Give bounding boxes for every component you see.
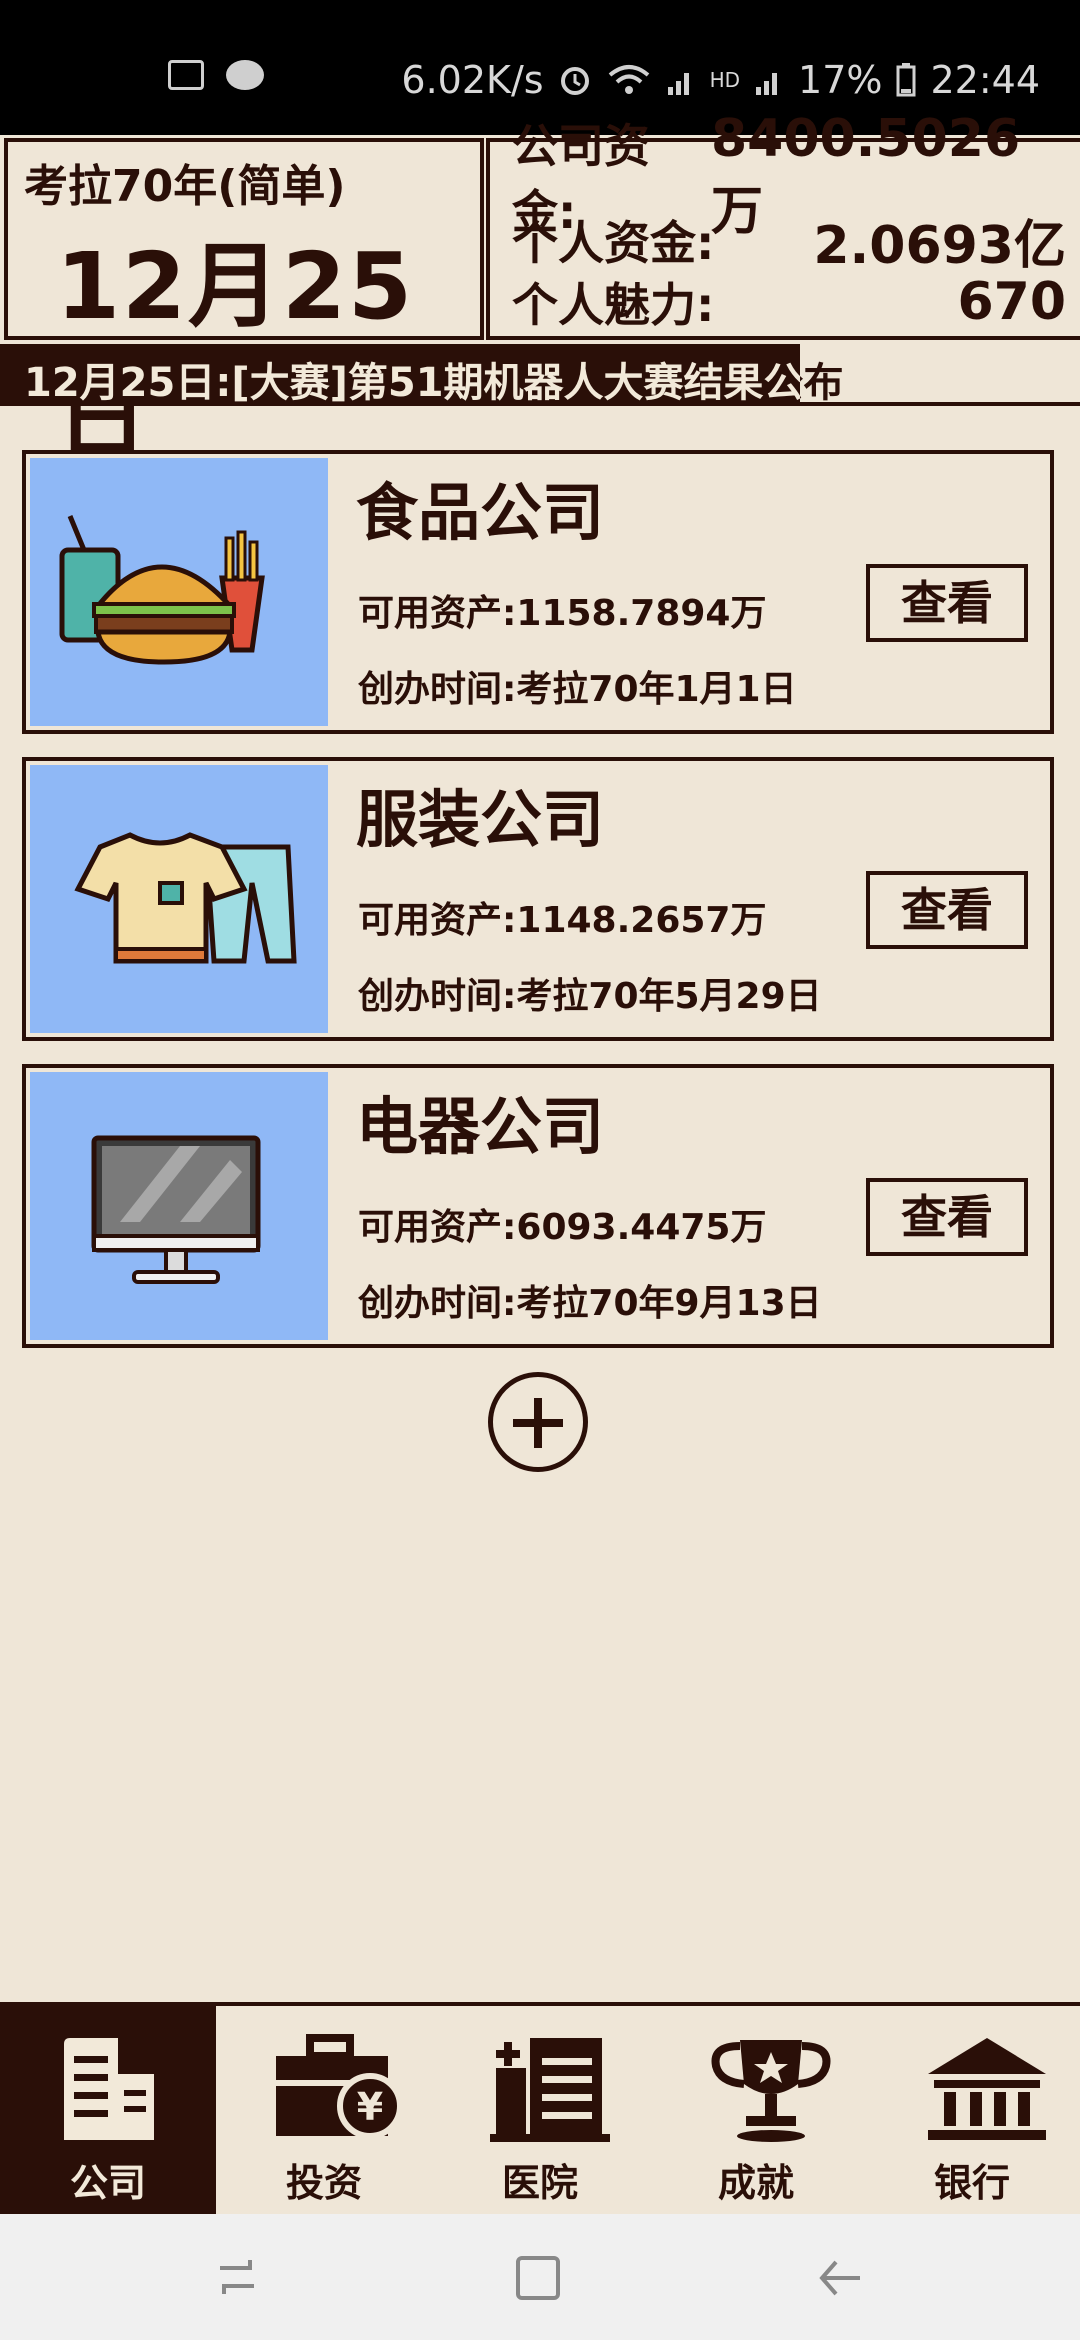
monitor-icon bbox=[30, 1072, 328, 1340]
company-assets: 可用资产:1148.2657万 bbox=[358, 900, 767, 941]
nav-item-hospital[interactable]: 医院 bbox=[432, 2006, 648, 2214]
recent-apps-icon[interactable] bbox=[214, 2254, 260, 2300]
back-icon[interactable] bbox=[816, 2254, 864, 2302]
trophy-icon bbox=[711, 2040, 831, 2142]
wechat-notification-icon bbox=[226, 60, 264, 90]
add-company-button[interactable] bbox=[488, 1372, 588, 1472]
funds-panel: 公司资金: 8400.5026万 个人资金: 2.0693亿 个人魅力: 670 bbox=[486, 109, 1080, 340]
company-assets: 可用资产:1158.7894万 bbox=[358, 593, 767, 634]
nav-label: 公司 bbox=[69, 2161, 146, 2205]
nav-item-company[interactable]: 公司 bbox=[0, 2006, 216, 2214]
view-button-food[interactable]: 查看 bbox=[866, 564, 1028, 642]
charm-label: 个人魅力: bbox=[512, 278, 715, 332]
hospital-icon bbox=[490, 2038, 610, 2142]
nav-item-invest[interactable]: ¥ 投资 bbox=[216, 2006, 432, 2214]
company-card-electronics[interactable]: 电器公司 可用资产:6093.4475万 创办时间:考拉70年9月13日 查看 bbox=[22, 1064, 1054, 1348]
battery-percent: 17% bbox=[798, 58, 883, 102]
nav-item-achievement[interactable]: 成就 bbox=[648, 2006, 864, 2214]
personal-funds-label: 个人资金: bbox=[512, 216, 715, 270]
company-founded: 创办时间:考拉70年9月13日 bbox=[358, 1283, 822, 1324]
signal-icon-2 bbox=[756, 73, 778, 95]
personal-funds-value: 2.0693亿 bbox=[813, 215, 1066, 276]
view-button-electronics[interactable]: 查看 bbox=[866, 1178, 1028, 1256]
nav-label: 银行 bbox=[933, 2161, 1010, 2205]
charm-row: 个人魅力: 670 bbox=[512, 272, 1066, 332]
bottom-nav: 公司 ¥ 投资 医院 成就 银行 bbox=[0, 2002, 1080, 2214]
company-funds-row: 公司资金: 8400.5026万 bbox=[512, 109, 1066, 242]
hd-indicator: HD bbox=[709, 68, 741, 92]
company-assets: 可用资产:6093.4475万 bbox=[358, 1207, 767, 1248]
news-ticker: 12月25日:[大赛]第51期机器人大赛结果公布 12月25日:[大赛]第51期… bbox=[0, 344, 1080, 406]
food-icon bbox=[30, 458, 328, 726]
company-card-food[interactable]: 食品公司 可用资产:1158.7894万 创办时间:考拉70年1月1日 查看 bbox=[22, 450, 1054, 734]
wifi-icon bbox=[608, 65, 649, 94]
nav-item-bank[interactable]: 银行 bbox=[864, 2006, 1080, 2214]
company-name: 食品公司 bbox=[356, 476, 605, 549]
nav-label: 投资 bbox=[285, 2161, 362, 2205]
game-mode: 考拉70年(简单) bbox=[24, 161, 346, 212]
company-name: 电器公司 bbox=[356, 1090, 605, 1163]
company-founded: 创办时间:考拉70年1月1日 bbox=[358, 669, 797, 710]
personal-funds-row: 个人资金: 2.0693亿 bbox=[512, 210, 1066, 276]
company-card-clothing[interactable]: 服装公司 可用资产:1148.2657万 创办时间:考拉70年5月29日 查看 bbox=[22, 757, 1054, 1041]
clock: 22:44 bbox=[930, 58, 1040, 102]
ticker-text-highlight: 12月25日:[大赛]第51期机器人大赛结果公布 bbox=[24, 360, 844, 406]
battery-icon bbox=[896, 63, 916, 97]
view-button-clothing[interactable]: 查看 bbox=[866, 871, 1028, 949]
charm-value: 670 bbox=[957, 272, 1066, 332]
signal-icon bbox=[667, 73, 689, 95]
nav-label: 医院 bbox=[501, 2161, 578, 2205]
date-panel: 考拉70年(简单) 12月25日 bbox=[4, 138, 484, 473]
network-speed: 6.02K/s bbox=[401, 58, 544, 102]
building-icon bbox=[64, 2038, 154, 2140]
home-icon[interactable] bbox=[514, 2254, 562, 2302]
nav-label: 成就 bbox=[717, 2161, 794, 2205]
system-nav-bar bbox=[0, 2214, 1080, 2340]
game-header: 考拉70年(简单) 12月25日 公司资金: 8400.5026万 个人资金: … bbox=[0, 109, 1080, 473]
company-founded: 创办时间:考拉70年5月29日 bbox=[358, 976, 822, 1017]
clothing-icon bbox=[30, 765, 328, 1033]
gallery-notification-icon bbox=[168, 60, 204, 90]
briefcase-yen-icon: ¥ bbox=[276, 2034, 403, 2139]
bank-icon bbox=[928, 2038, 1046, 2140]
alarm-icon bbox=[560, 67, 589, 95]
company-name: 服装公司 bbox=[356, 783, 605, 856]
svg-text:¥: ¥ bbox=[357, 2085, 383, 2129]
